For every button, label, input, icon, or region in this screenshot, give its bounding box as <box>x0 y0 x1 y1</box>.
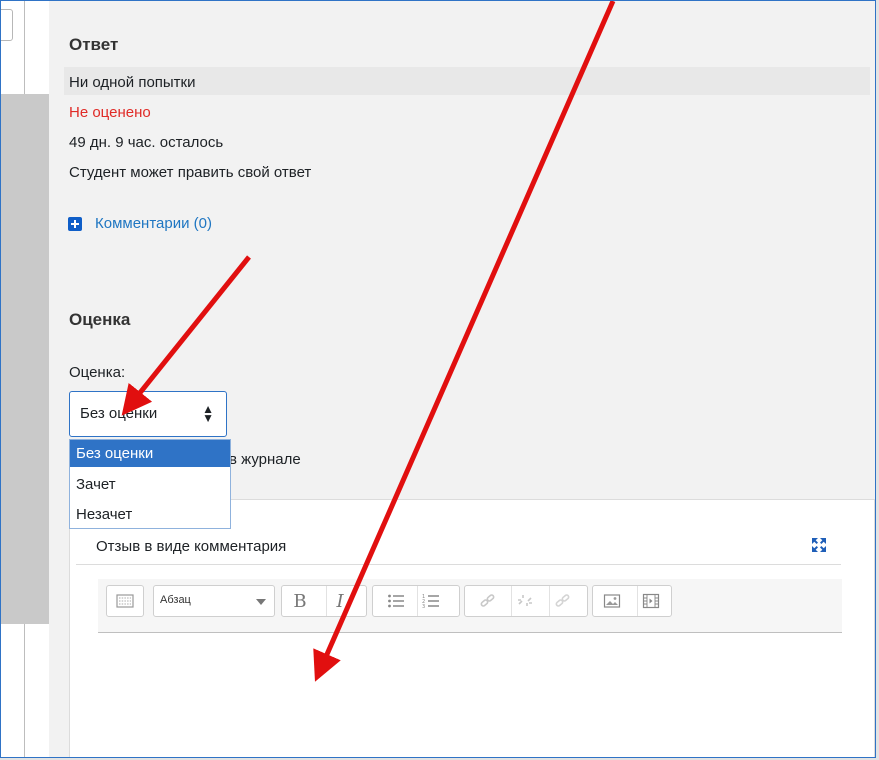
chevron-down-icon <box>256 599 266 605</box>
edit-permission: Студент может править свой ответ <box>69 164 312 181</box>
grading-status: Не оценено <box>69 104 151 121</box>
italic-icon[interactable]: I <box>326 586 353 616</box>
attempts-status: Ни одной попытки <box>69 74 196 91</box>
time-remaining: 49 дн. 9 час. осталось <box>69 134 224 151</box>
rail-gray-block <box>1 94 49 624</box>
link-icon[interactable] <box>475 586 501 616</box>
media-icon[interactable] <box>637 586 664 616</box>
feedback-label: Отзыв в виде комментария <box>96 538 287 555</box>
svg-text:3: 3 <box>422 604 425 609</box>
comments-link[interactable]: Комментарии (0) <box>95 215 212 232</box>
toolbar-toggle-icon[interactable] <box>112 586 138 616</box>
grade-option[interactable]: Незачет <box>70 501 230 528</box>
text-style-group: B I <box>281 585 367 617</box>
media-group <box>592 585 672 617</box>
unlink-icon[interactable] <box>511 586 538 616</box>
grade-option[interactable]: Зачет <box>70 471 230 498</box>
grade-select-value: Без оценки <box>80 405 158 422</box>
paragraph-format-value: Абзац <box>160 594 191 606</box>
grading-panel: Ответ Ни одной попытки Не оценено 49 дн.… <box>49 1 875 757</box>
page-frame: Ответ Ни одной попытки Не оценено 49 дн.… <box>0 0 876 758</box>
toolbar-toggle-group <box>106 585 144 617</box>
plus-square-icon[interactable] <box>68 217 82 231</box>
feedback-label-underline <box>76 564 841 565</box>
collapsed-control[interactable] <box>1 9 13 41</box>
grade-select[interactable]: Без оценки ▲ ▼ <box>69 391 227 437</box>
grade-dropdown-list: Без оценки Зачет Незачет <box>69 439 231 529</box>
link-group <box>464 585 588 617</box>
paragraph-format-select[interactable]: Абзац <box>153 585 275 617</box>
editor-toolbar: Абзац B I 123 <box>98 579 842 633</box>
bold-icon[interactable]: B <box>287 586 313 616</box>
gradebook-text: в журнале <box>229 451 301 468</box>
fullscreen-expand-icon[interactable] <box>811 537 827 553</box>
answer-heading: Ответ <box>69 35 119 54</box>
unordered-list-icon[interactable] <box>383 586 409 616</box>
grade-option[interactable]: Без оценки <box>70 440 230 467</box>
grade-field-label: Оценка: <box>69 364 126 381</box>
list-group: 123 <box>372 585 460 617</box>
grade-heading: Оценка <box>69 310 131 329</box>
ordered-list-icon[interactable]: 123 <box>417 586 444 616</box>
image-icon[interactable] <box>599 586 625 616</box>
select-arrows-icon: ▲ ▼ <box>202 402 214 425</box>
left-rail <box>1 1 49 757</box>
anchor-link-icon[interactable] <box>549 586 576 616</box>
